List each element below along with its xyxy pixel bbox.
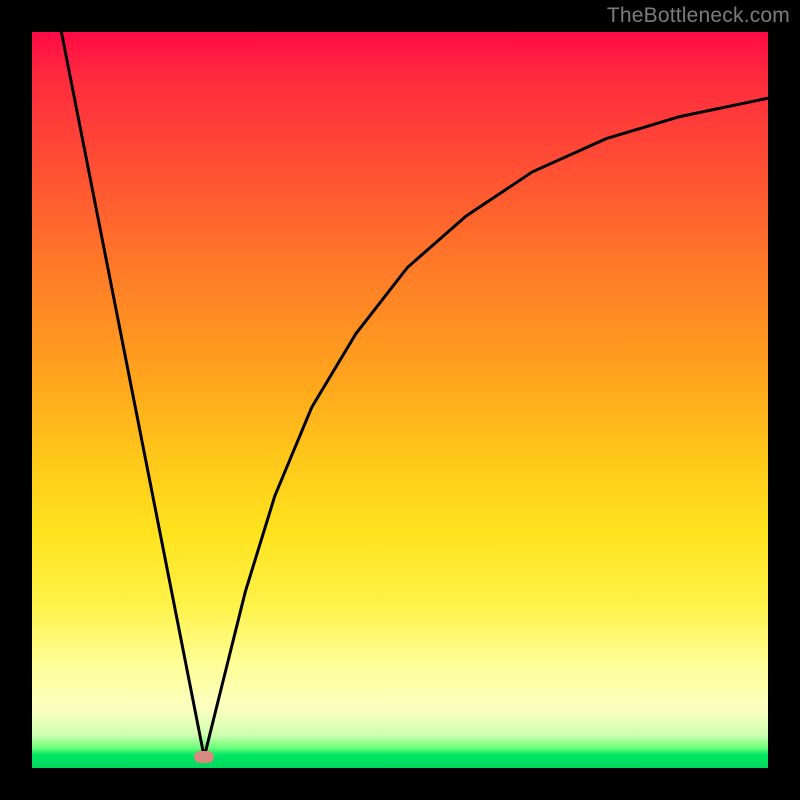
bottleneck-curve xyxy=(61,32,768,757)
min-point-marker xyxy=(194,751,214,763)
curve-svg xyxy=(32,32,768,768)
watermark-text: TheBottleneck.com xyxy=(607,4,790,28)
plot-area xyxy=(32,32,768,768)
chart-frame: TheBottleneck.com xyxy=(0,0,800,800)
